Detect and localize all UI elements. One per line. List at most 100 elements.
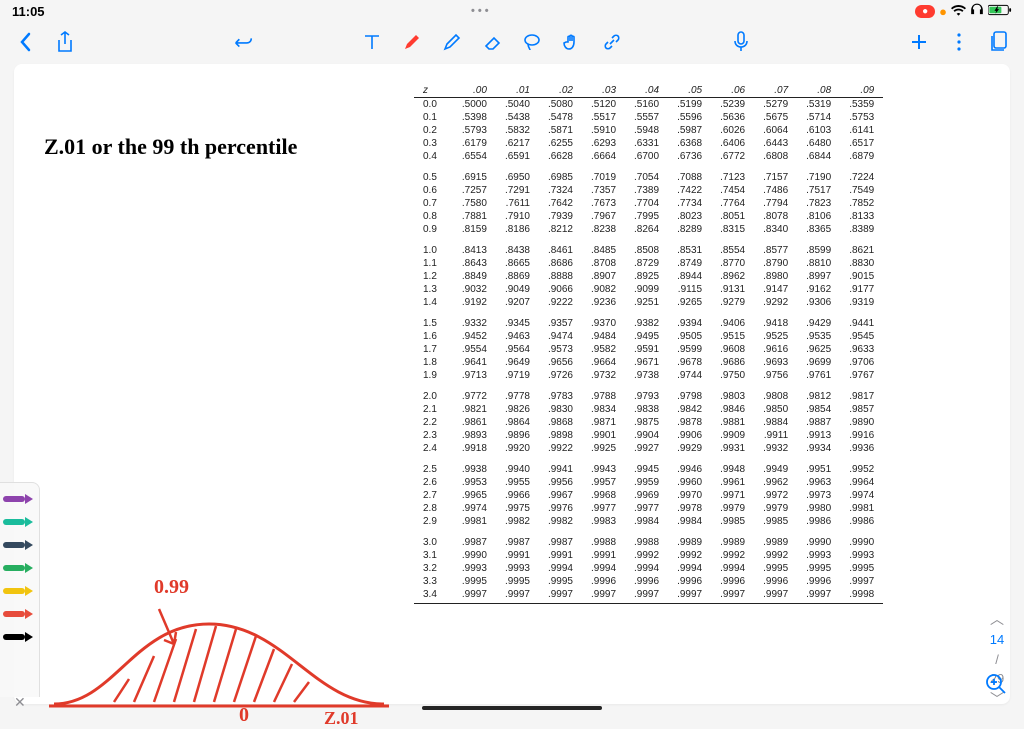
pen-color-chip[interactable]: [3, 489, 37, 509]
lasso-tool-button[interactable]: [521, 31, 543, 53]
zoom-button[interactable]: [980, 668, 1012, 700]
z-table-cell: .9505: [668, 330, 711, 343]
more-button[interactable]: [948, 31, 970, 53]
z-table-cell: .9946: [668, 455, 711, 476]
z-table-cell: .9952: [840, 455, 883, 476]
pen-tool-button[interactable]: [401, 31, 423, 53]
z-table-cell: .9808: [754, 382, 797, 403]
z-table-cell: .9994: [539, 562, 582, 575]
z-table-cell: .9918: [453, 442, 496, 455]
z-table-cell: .9756: [754, 369, 797, 382]
status-dot-icon: ●: [939, 4, 947, 19]
pen-color-chip[interactable]: [3, 581, 37, 601]
pages-button[interactable]: [988, 31, 1010, 53]
z-table-cell: .9985: [754, 515, 797, 528]
z-table-cell: .9893: [453, 429, 496, 442]
z-table-cell: .6628: [539, 150, 582, 163]
z-table-cell: .8212: [539, 223, 582, 236]
z-table-cell: .7422: [668, 184, 711, 197]
undo-button[interactable]: [232, 31, 254, 53]
page-up-button[interactable]: ︿: [980, 609, 1014, 630]
z-table-cell: .8461: [539, 236, 582, 257]
z-table-cell: .9945: [625, 455, 668, 476]
z-table-cell: .9788: [582, 382, 625, 403]
z-table-cell: 3.4: [414, 588, 453, 604]
z-table-cell: .8665: [496, 257, 539, 270]
z-table-cell: .9987: [539, 528, 582, 549]
z-table-cell: .6406: [711, 137, 754, 150]
text-tool-button[interactable]: [361, 31, 383, 53]
current-page: 14: [980, 630, 1014, 650]
highlighter-tool-button[interactable]: [441, 31, 463, 53]
z-table-cell: .9993: [797, 549, 840, 562]
z-table-cell: .9976: [539, 502, 582, 515]
z-table-cell: .9922: [539, 442, 582, 455]
note-canvas[interactable]: Z.01 or the 99 th percentile z.00.01.02.…: [14, 64, 1010, 704]
z-table-cell: .8051: [711, 210, 754, 223]
z-table-cell: .9582: [582, 343, 625, 356]
z-table-cell: .9932: [754, 442, 797, 455]
z-table-cell: .9988: [625, 528, 668, 549]
hand-tool-button[interactable]: [561, 31, 583, 53]
z-table-cell: .9279: [711, 296, 754, 309]
z-table-cell: .9441: [840, 309, 883, 330]
z-table-cell: .9993: [840, 549, 883, 562]
z-table-cell: .9192: [453, 296, 496, 309]
z-table-cell: .9997: [711, 588, 754, 604]
page-dots: • • •: [471, 5, 489, 17]
z-table-cell: .7910: [496, 210, 539, 223]
back-button[interactable]: [14, 31, 36, 53]
pen-color-chip[interactable]: [3, 627, 37, 647]
z-table-cell: .9931: [711, 442, 754, 455]
link-tool-button[interactable]: [601, 31, 623, 53]
pen-color-chip[interactable]: [3, 558, 37, 578]
z-table-cell: .9934: [797, 442, 840, 455]
pen-color-chip[interactable]: [3, 604, 37, 624]
z-table-cell: .8997: [797, 270, 840, 283]
z-table-cell: .6700: [625, 150, 668, 163]
z-table-cell: .9236: [582, 296, 625, 309]
pen-color-chip[interactable]: [3, 512, 37, 532]
z-table-cell: .8770: [711, 257, 754, 270]
tray-close-button[interactable]: ✕: [14, 694, 26, 711]
z-table-cell: .9319: [840, 296, 883, 309]
z-table-cell: .8980: [754, 270, 797, 283]
z-table-cell: .9554: [453, 343, 496, 356]
eraser-tool-button[interactable]: [481, 31, 503, 53]
z-table-cell: .5987: [668, 124, 711, 137]
z-table-cell: .9994: [582, 562, 625, 575]
z-table-cell: .9992: [711, 549, 754, 562]
z-table-cell: .9987: [496, 528, 539, 549]
z-table-cell: .9995: [797, 562, 840, 575]
z-score-table: z.00.01.02.03.04.05.06.07.08.090.0.5000.…: [414, 84, 883, 604]
z-table-cell: .9713: [453, 369, 496, 382]
z-table-cell: .9997: [539, 588, 582, 604]
z-table-cell: .6772: [711, 150, 754, 163]
z-table-cell: .9699: [797, 356, 840, 369]
z-table-cell: .9850: [754, 403, 797, 416]
z-table-cell: .8907: [582, 270, 625, 283]
z-table-cell: .9983: [582, 515, 625, 528]
z-table-cell: .9846: [711, 403, 754, 416]
z-table-header: .00: [453, 84, 496, 98]
share-button[interactable]: [54, 31, 76, 53]
z-table-cell: .5398: [453, 111, 496, 124]
z-table-cell: .9525: [754, 330, 797, 343]
z-table-cell: .9608: [711, 343, 754, 356]
microphone-button[interactable]: [730, 31, 752, 53]
add-button[interactable]: [908, 31, 930, 53]
z-table-cell: .8106: [797, 210, 840, 223]
z-table-cell: 0.4: [414, 150, 453, 163]
z-table-cell: .9706: [840, 356, 883, 369]
z-table-cell: .9871: [582, 416, 625, 429]
z-table-cell: .9357: [539, 309, 582, 330]
z-table-cell: .5359: [840, 98, 883, 112]
z-table-cell: .9726: [539, 369, 582, 382]
z-table-cell: .5160: [625, 98, 668, 112]
z-table-cell: .9961: [711, 476, 754, 489]
z-table-cell: .9960: [668, 476, 711, 489]
z-table-cell: .6950: [496, 163, 539, 184]
z-table-cell: .9968: [582, 489, 625, 502]
pen-color-chip[interactable]: [3, 535, 37, 555]
z-table-cell: .8925: [625, 270, 668, 283]
